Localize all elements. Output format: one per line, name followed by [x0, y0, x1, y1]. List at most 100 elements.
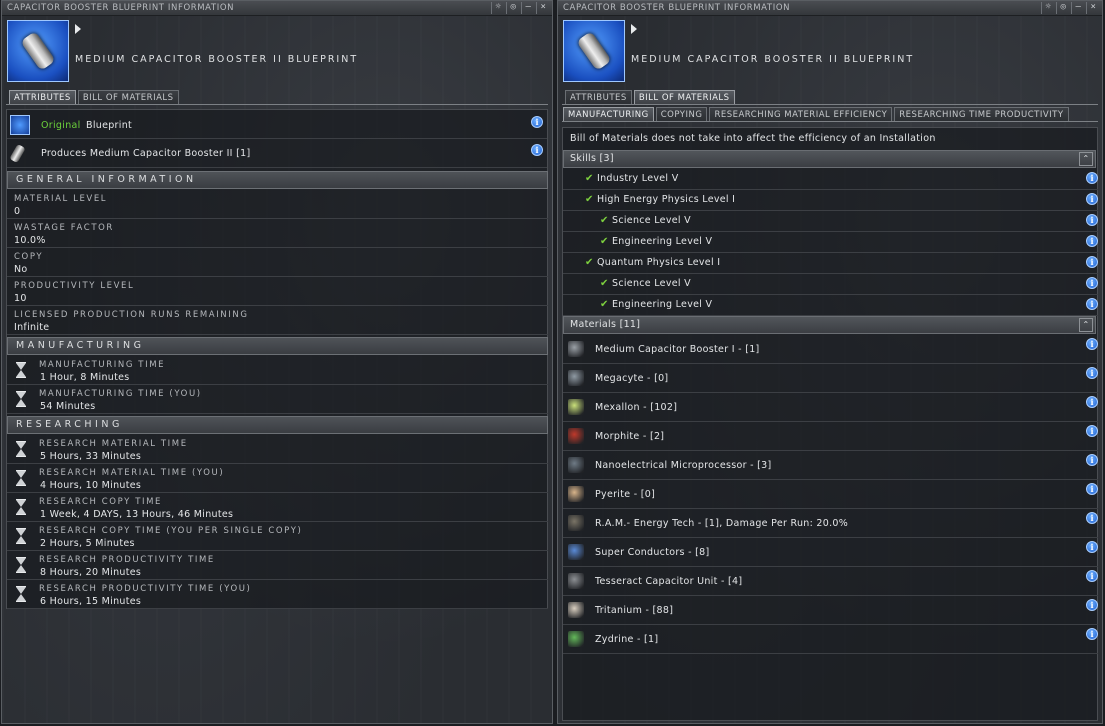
produces-text: Produces Medium Capacitor Booster II [1] [41, 148, 251, 159]
info-icon[interactable]: i [1086, 367, 1098, 379]
original-label: Original [41, 120, 81, 131]
material-name: Tesseract Capacitor Unit - [4] [595, 576, 743, 587]
time-row: MANUFACTURING TIME 1 Hour, 8 Minutes [7, 356, 548, 385]
skill-name: Engineering Level V [612, 299, 713, 310]
material-name: Nanoelectrical Microprocessor - [3] [595, 460, 772, 471]
material-row[interactable]: R.A.M.- Energy Tech - [1], Damage Per Ru… [563, 509, 1098, 538]
info-icon[interactable]: i [1086, 172, 1098, 184]
time-value: 4 Hours, 10 Minutes [40, 480, 142, 491]
info-icon[interactable]: i [1086, 512, 1098, 524]
close-icon[interactable]: × [536, 2, 550, 14]
info-icon[interactable]: i [1086, 454, 1098, 466]
materials-header[interactable]: Materials [11] ⌃ [563, 316, 1096, 334]
info-icon[interactable]: i [1086, 277, 1098, 289]
skill-row[interactable]: ✔ Quantum Physics Level I i [563, 253, 1098, 274]
skill-row[interactable]: ✔ High Energy Physics Level I i [563, 190, 1098, 211]
hourglass-icon [16, 499, 26, 515]
subtab-researching-material-efficiency[interactable]: RESEARCHING MATERIAL EFFICIENCY [709, 107, 893, 121]
info-icon[interactable]: i [1086, 483, 1098, 495]
skill-row[interactable]: ✔ Science Level V i [563, 211, 1098, 232]
material-row[interactable]: Mexallon - [102] i [563, 393, 1098, 422]
material-name: Super Conductors - [8] [595, 547, 710, 558]
expand-arrow-icon[interactable] [75, 24, 81, 34]
info-icon[interactable]: i [1086, 425, 1098, 437]
pin-icon[interactable]: ◎ [506, 2, 520, 14]
subtab-researching-time-productivity[interactable]: RESEARCHING TIME PRODUCTIVITY [894, 107, 1069, 121]
skills-header[interactable]: Skills [3] ⌃ [563, 150, 1096, 168]
skill-name: Science Level V [612, 278, 691, 289]
subtab-copying[interactable]: COPYING [655, 107, 708, 121]
microprocessor-icon [568, 457, 584, 473]
section-researching: RESEARCHING [7, 416, 548, 434]
time-row: RESEARCH PRODUCTIVITY TIME 8 Hours, 20 Mi… [7, 551, 548, 580]
info-icon[interactable]: i [1086, 396, 1098, 408]
info-icon[interactable]: i [1086, 541, 1098, 553]
hourglass-icon [16, 528, 26, 544]
close-icon[interactable]: × [1086, 2, 1100, 14]
collapse-skills-icon[interactable]: ⌃ [1079, 152, 1093, 166]
skill-row[interactable]: ✔ Engineering Level V i [563, 232, 1098, 253]
materials-header-label: Materials [11] [570, 319, 641, 330]
info-icon[interactable]: i [1086, 570, 1098, 582]
skill-row[interactable]: ✔ Engineering Level V i [563, 295, 1098, 316]
hourglass-icon [16, 470, 26, 486]
window-titlebar[interactable]: CAPACITOR BOOSTER BLUEPRINT INFORMATION … [2, 1, 552, 16]
blueprint-icon[interactable] [7, 20, 69, 82]
hourglass-icon [16, 391, 26, 407]
time-label: RESEARCH COPY TIME (YOU PER SINGLE COPY) [39, 526, 303, 536]
time-value: 8 Hours, 20 Minutes [40, 567, 142, 578]
info-icon[interactable]: i [1086, 256, 1098, 268]
material-name: Pyerite - [0] [595, 489, 656, 500]
material-name: Zydrine - [1] [595, 634, 659, 645]
attribute-value: 10 [14, 293, 27, 304]
time-label: MANUFACTURING TIME (YOU) [39, 389, 202, 399]
material-row[interactable]: Megacyte - [0] i [563, 364, 1098, 393]
time-label: RESEARCH PRODUCTIVITY TIME [39, 555, 215, 565]
skill-row[interactable]: ✔ Industry Level V i [563, 169, 1098, 190]
material-row[interactable]: Pyerite - [0] i [563, 480, 1098, 509]
material-row[interactable]: Tritanium - [88] i [563, 596, 1098, 625]
info-icon[interactable]: i [1086, 235, 1098, 247]
subtab-manufacturing[interactable]: MANUFACTURING [563, 107, 654, 121]
hourglass-icon [16, 557, 26, 573]
material-row[interactable]: Tesseract Capacitor Unit - [4] i [563, 567, 1098, 596]
info-icon[interactable]: i [1086, 214, 1098, 226]
blueprint-info-window-bill-of-materials: CAPACITOR BOOSTER BLUEPRINT INFORMATION … [557, 0, 1103, 724]
expand-arrow-icon[interactable] [631, 24, 637, 34]
info-icon[interactable]: i [531, 144, 543, 156]
minimize-icon[interactable]: – [521, 2, 535, 14]
material-row[interactable]: Medium Capacitor Booster I - [1] i [563, 335, 1098, 364]
material-row[interactable]: Nanoelectrical Microprocessor - [3] i [563, 451, 1098, 480]
info-icon[interactable]: i [1086, 193, 1098, 205]
megacyte-icon [568, 370, 584, 386]
tritanium-icon [568, 602, 584, 618]
blueprint-icon[interactable] [563, 20, 625, 82]
material-row[interactable]: Super Conductors - [8] i [563, 538, 1098, 567]
collapse-materials-icon[interactable]: ⌃ [1079, 318, 1093, 332]
window-titlebar[interactable]: CAPACITOR BOOSTER BLUEPRINT INFORMATION … [558, 1, 1102, 16]
settings-icon[interactable]: ☼ [491, 2, 505, 14]
info-icon[interactable]: i [1086, 628, 1098, 640]
tab-attributes[interactable]: ATTRIBUTES [565, 90, 632, 104]
skill-row[interactable]: ✔ Science Level V i [563, 274, 1098, 295]
efficiency-note: Bill of Materials does not take into aff… [570, 133, 936, 144]
time-row: RESEARCH COPY TIME 1 Week, 4 DAYS, 13 Hou… [7, 493, 548, 522]
hourglass-icon [16, 586, 26, 602]
minimize-icon[interactable]: – [1071, 2, 1085, 14]
settings-icon[interactable]: ☼ [1041, 2, 1055, 14]
blueprint-label: Blueprint [86, 120, 133, 131]
attribute-row: WASTAGE FACTOR 10.0% [7, 219, 548, 248]
time-value: 5 Hours, 33 Minutes [40, 451, 142, 462]
tab-attributes[interactable]: ATTRIBUTES [9, 90, 76, 104]
info-icon[interactable]: i [1086, 599, 1098, 611]
info-icon[interactable]: i [1086, 298, 1098, 310]
material-row[interactable]: Morphite - [2] i [563, 422, 1098, 451]
pin-icon[interactable]: ◎ [1056, 2, 1070, 14]
tab-bill-of-materials[interactable]: BILL OF MATERIALS [633, 90, 735, 104]
checkmark-icon: ✔ [600, 299, 609, 310]
tab-bill-of-materials[interactable]: BILL OF MATERIALS [77, 90, 179, 104]
material-row[interactable]: Zydrine - [1] i [563, 625, 1098, 654]
info-icon[interactable]: i [531, 116, 543, 128]
info-icon[interactable]: i [1086, 338, 1098, 350]
material-name: Medium Capacitor Booster I - [1] [595, 344, 760, 355]
